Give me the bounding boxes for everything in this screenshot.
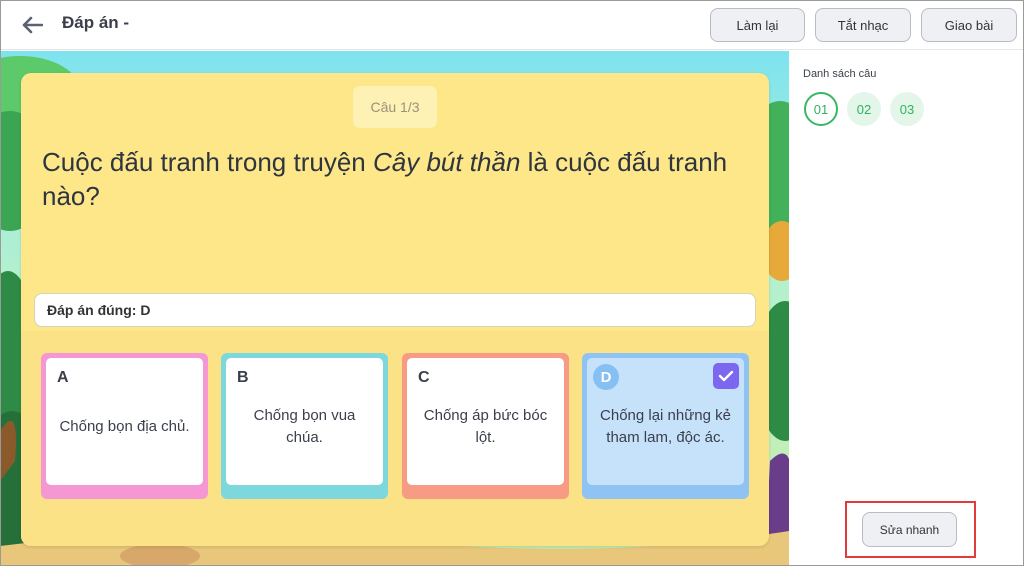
question-button-02[interactable]: 02	[847, 92, 881, 126]
option-d-body: D Chống lại những kẻ tham lam, độc ác.	[587, 358, 744, 485]
selected-checkbox[interactable]	[713, 363, 739, 389]
correct-answer-bar: Đáp án đúng: D	[34, 293, 756, 327]
option-b-body: B Chống bọn vua chúa.	[226, 358, 383, 485]
retry-button[interactable]: Làm lại	[710, 8, 805, 42]
option-d[interactable]: D Chống lại những kẻ tham lam, độc ác.	[582, 353, 749, 499]
top-header: Đáp án - Làm lại Tắt nhạc Giao bài	[0, 0, 1024, 50]
back-button[interactable]	[18, 11, 46, 39]
option-a[interactable]: A Chống bọn địa chủ.	[41, 353, 208, 499]
arrow-left-icon	[22, 16, 43, 34]
check-icon	[718, 370, 734, 382]
option-text: Chống áp bức bóc lột.	[423, 407, 548, 446]
question-list-title: Danh sách câu	[803, 68, 877, 80]
submit-button[interactable]: Giao bài	[921, 8, 1017, 42]
option-a-body: A Chống bọn địa chủ.	[46, 358, 203, 485]
question-button-03[interactable]: 03	[890, 92, 924, 126]
option-c[interactable]: C Chống áp bức bóc lột.	[402, 353, 569, 499]
option-letter: D	[593, 364, 619, 390]
question-list-panel: Danh sách câu 01 02 03 Sửa nhanh	[789, 51, 1024, 566]
page-title: Đáp án -	[62, 13, 130, 32]
option-c-body: C Chống áp bức bóc lột.	[407, 358, 564, 485]
quiz-stage: Câu 1/3 Cuộc đấu tranh trong truyện Cây …	[0, 51, 789, 566]
mute-music-button[interactable]: Tắt nhạc	[815, 8, 911, 42]
option-text: Chống bọn vua chúa.	[253, 407, 356, 446]
option-letter: B	[237, 369, 249, 386]
option-letter: C	[418, 369, 430, 386]
question-text-italic: Cây bút thần	[372, 147, 521, 177]
quick-edit-button[interactable]: Sửa nhanh	[862, 512, 957, 547]
question-text-part1: Cuộc đấu tranh trong truyện	[42, 147, 373, 177]
question-button-01[interactable]: 01	[804, 92, 838, 126]
option-letter: A	[57, 369, 69, 386]
option-text: Chống bọn địa chủ.	[59, 418, 190, 435]
question-text: Cuộc đấu tranh trong truyện Cây bút thần…	[42, 145, 742, 213]
question-number-badge: Câu 1/3	[353, 86, 437, 128]
question-card: Câu 1/3 Cuộc đấu tranh trong truyện Cây …	[21, 73, 769, 546]
option-b[interactable]: B Chống bọn vua chúa.	[221, 353, 388, 499]
option-text: Chống lại những kẻ tham lam, độc ác.	[600, 407, 731, 446]
